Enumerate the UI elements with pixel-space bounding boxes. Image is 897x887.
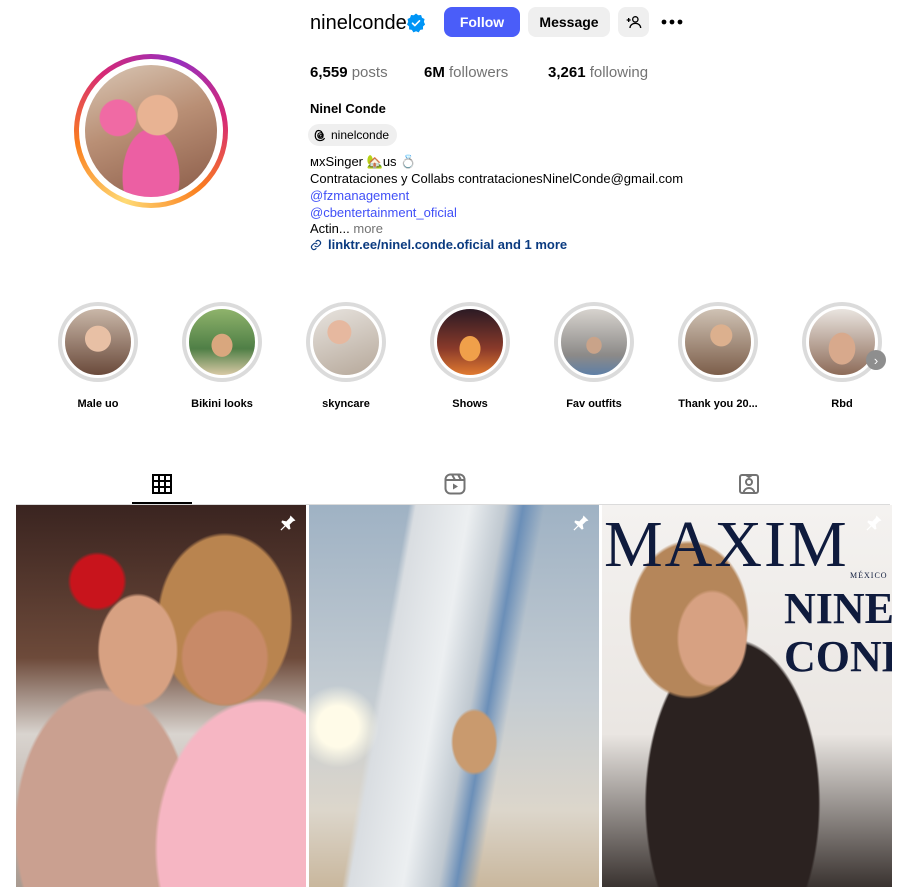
suggest-users-button[interactable]: [618, 7, 649, 37]
highlight-label: skyncare: [322, 398, 370, 410]
highlight-cover: [434, 306, 506, 378]
highlight-label: Thank you 20...: [678, 398, 758, 410]
highlight-label: Bikini looks: [191, 398, 253, 410]
magazine-title: MAXIM: [604, 508, 849, 581]
posts-stat: 6,559 posts: [310, 64, 388, 82]
username: ninelconde: [310, 12, 407, 34]
post-thumbnail[interactable]: [309, 505, 599, 887]
active-tab-indicator: [132, 502, 192, 504]
bio-mention-link[interactable]: @cbentertainment_oficial: [310, 205, 457, 221]
highlight-cover: [186, 306, 258, 378]
full-name: Ninel Conde: [310, 101, 386, 116]
pinned-icon: [866, 515, 882, 531]
highlight-label: Rbd: [831, 398, 853, 410]
verified-badge-icon: [407, 13, 426, 33]
post-thumbnail[interactable]: [16, 505, 306, 887]
external-link[interactable]: linktr.ee/ninel.conde.oficial and 1 more: [310, 237, 567, 252]
threads-badge[interactable]: ninelconde: [308, 124, 398, 146]
cover-name-line: CONDE: [784, 632, 892, 681]
bio-truncated-text: Actin...: [310, 221, 350, 236]
posts-count: 6,559: [310, 64, 348, 81]
external-link-text: linktr.ee/ninel.conde.oficial and 1 more: [328, 237, 568, 252]
followers-stat[interactable]: 6M followers: [424, 64, 508, 82]
more-options-icon[interactable]: [660, 10, 684, 34]
link-icon: [310, 239, 322, 250]
highlight-item[interactable]: Bikini looks: [179, 302, 265, 411]
bio-truncated: Actin... more: [310, 221, 383, 237]
followers-count: 6M: [424, 64, 445, 81]
posts-label: posts: [351, 64, 388, 81]
threads-icon: [314, 129, 325, 141]
post-thumbnail[interactable]: MAXIM MÉXICO NINEL CONDE: [602, 505, 892, 887]
bio-line: Contrataciones y Collabs contratacionesN…: [310, 171, 684, 186]
post-image: [309, 505, 599, 887]
highlight-item[interactable]: Fav outfits: [551, 302, 637, 411]
highlight-cover: [682, 306, 754, 378]
bio-mention-link[interactable]: @fzmanagement: [310, 188, 409, 204]
pinned-icon: [280, 515, 296, 531]
magazine-cover-name: NINEL CONDE: [784, 585, 892, 681]
followers-label: followers: [449, 64, 509, 81]
chevron-right-icon: ›: [873, 352, 879, 368]
pinned-icon: [573, 515, 589, 531]
following-stat[interactable]: 3,261 following: [548, 64, 648, 82]
magazine-country: MÉXICO: [850, 571, 888, 580]
highlight-item[interactable]: skyncare: [303, 302, 389, 411]
post-image: [16, 505, 306, 887]
highlights-next-button[interactable]: ›: [866, 350, 886, 370]
add-user-icon: [626, 16, 641, 29]
highlight-item[interactable]: Thank you 20...: [675, 302, 761, 411]
following-label: following: [589, 64, 649, 81]
bio-line: ᴍxSinger 🏡us 💍: [310, 154, 417, 169]
posts-grid-icon[interactable]: [150, 472, 174, 496]
highlight-cover: [310, 306, 382, 378]
avatar-image: [85, 65, 217, 197]
message-button[interactable]: Message: [528, 7, 610, 37]
reels-icon[interactable]: [443, 472, 467, 496]
cover-name-line: NINEL: [784, 584, 892, 633]
bio-more-button[interactable]: more: [353, 221, 383, 236]
highlight-item[interactable]: Shows: [427, 302, 513, 411]
highlight-cover: [558, 306, 630, 378]
highlight-label: Male uo: [77, 398, 119, 410]
highlight-label: Shows: [452, 398, 488, 410]
threads-handle: ninelconde: [331, 128, 390, 142]
following-count: 3,261: [548, 64, 586, 81]
highlight-cover: [62, 306, 134, 378]
tagged-icon[interactable]: [737, 472, 761, 496]
highlight-item[interactable]: Male uo: [55, 302, 141, 411]
highlight-cover: [806, 306, 878, 378]
highlight-label: Fav outfits: [566, 398, 622, 410]
follow-button[interactable]: Follow: [444, 7, 520, 37]
profile-avatar[interactable]: [74, 54, 228, 208]
